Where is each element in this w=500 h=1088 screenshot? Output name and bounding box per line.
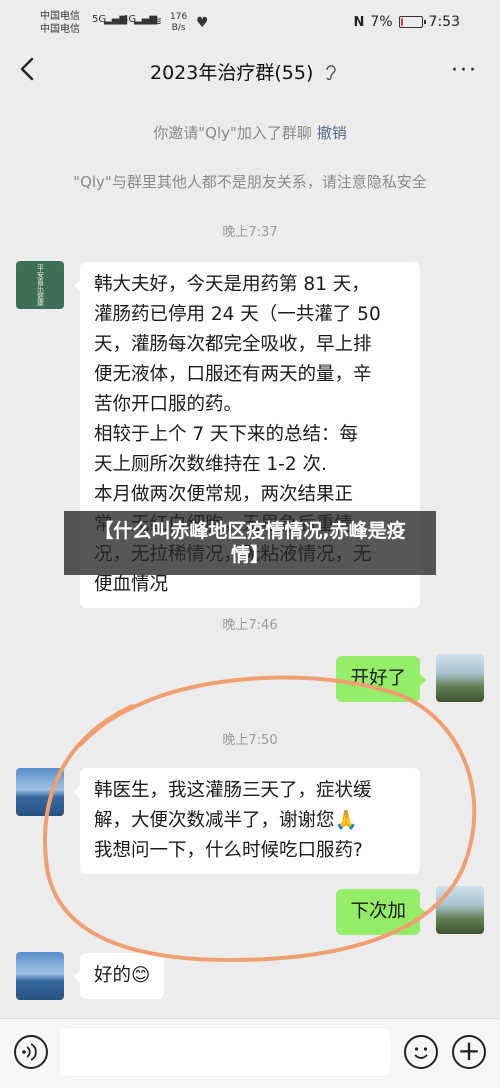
nfc-icon: N [353,14,365,30]
ear-icon [326,64,337,80]
battery-percent: 7% [370,14,393,30]
message-input[interactable] [60,1029,390,1075]
overlay-caption: 【什么叫赤峰地区疫情情况,赤峰是疫 情】 [64,511,436,575]
carrier-2: 中国电信 [40,24,80,35]
emoji-icon[interactable] [404,1035,438,1069]
privacy-system-message: "Qly"与群里其他人都不是朋友关系，请注意隐私安全 [73,173,427,191]
patient-avatar[interactable] [16,952,64,1000]
clock: 7:53 [428,14,460,30]
chat-header: 2023年治疗群(55) ··· [0,48,500,94]
speed-unit: B/s [171,23,186,33]
chat-title: 2023年治疗群(55) [150,62,314,84]
timestamp: 晚上7:46 [222,618,278,633]
my-avatar[interactable] [436,886,484,934]
voice-wave-icon [22,1043,37,1061]
title-group: 2023年治疗群(55) [150,58,339,85]
input-bar: + [0,1018,500,1088]
network-speed: 176 B/s [170,12,187,34]
invite-text: 你邀请"Qly"加入了群聊 [153,124,312,142]
voice-input-icon[interactable] [14,1035,48,1069]
battery-icon [398,16,426,28]
timestamp: 晚上7:50 [222,733,278,748]
status-right: N 7% 7:53 [353,14,460,30]
speed-value: 176 [170,12,188,22]
message-bubble[interactable]: 好的😊 [73,953,165,999]
carrier-labels: 中国电信 中国电信 [40,10,80,36]
timestamp: 晚上7:37 [222,225,278,240]
doctor-avatar[interactable]: 平安喜乐健康 [16,261,64,309]
carrier-1: 中国电信 [40,11,80,22]
avatar-calligraphy: 平安喜乐健康 [36,264,45,306]
message-bubble[interactable]: 韩医生，我这灌肠三天了，症状缓 解，大便次数减半了，谢谢您🙏 我想问一下，什么时… [74,768,420,874]
plus-icon[interactable]: + [452,1035,486,1069]
wifi-icon: ≋ [152,14,163,28]
status-bar: 中国电信 中国电信 5G ▂▄▆ 4G ▂▄▆ ≋ 176 B/s ♥ N 7%… [0,0,500,48]
patient-avatar[interactable] [16,768,64,816]
my-avatar[interactable] [436,654,484,702]
message-bubble[interactable]: 下次加 [336,889,426,935]
revoke-link[interactable]: 撤销 [317,124,347,142]
more-options-icon[interactable]: ··· [451,58,478,83]
heart-shield-icon: ♥ [196,15,209,31]
smile-icon [414,1047,428,1059]
back-arrow-icon[interactable] [14,54,44,84]
message-bubble[interactable]: 开好了 [336,656,426,702]
invite-system-message: 你邀请"Qly"加入了群聊 撤销 [0,122,500,143]
